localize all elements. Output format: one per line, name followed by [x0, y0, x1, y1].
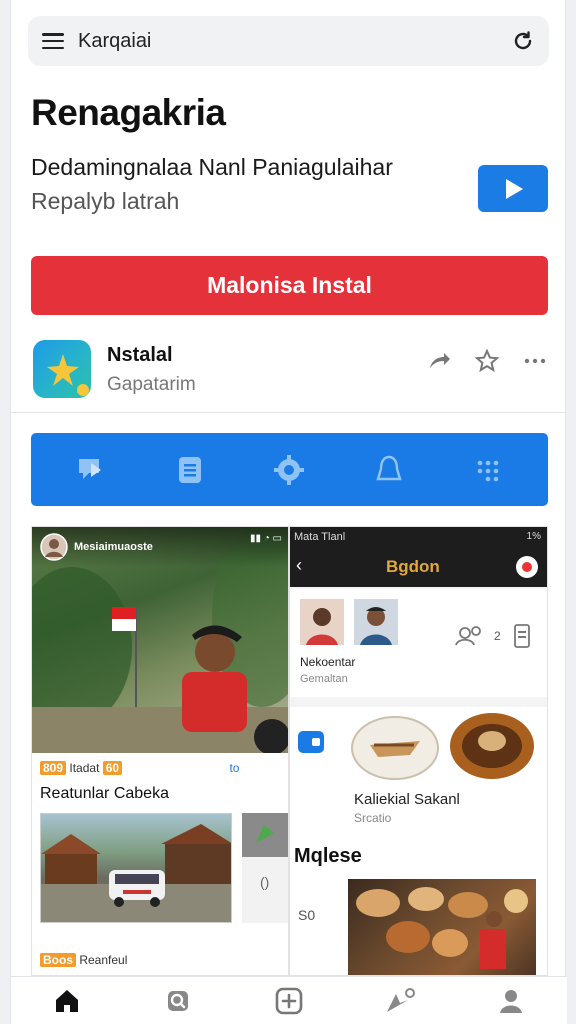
screenshot-left[interactable]: Mesiaimuaoste ▮▮ ◔ ▭ 809 Itadat 60 to Re…: [31, 526, 289, 976]
group-icon: [455, 626, 481, 646]
phone-icon: [514, 624, 530, 648]
category-bar: [31, 433, 548, 506]
village-street-image: [40, 813, 232, 923]
bottom-navigation: [11, 976, 567, 1024]
screenshot-meta: 809 Itadat 60 to: [40, 761, 239, 775]
search-icon[interactable]: [161, 984, 195, 1018]
menu-icon[interactable]: [42, 33, 64, 49]
star-logo-icon: [47, 354, 89, 396]
meta-tag: 809: [40, 761, 67, 775]
grid-dots-icon[interactable]: [470, 452, 506, 488]
status-left: Mata Tlanl: [294, 531, 346, 543]
profile-card: 2 Nekoentar Gemaltan: [290, 589, 547, 697]
divider: [11, 412, 567, 413]
back-icon: ‹: [296, 555, 302, 575]
meta-text: Itadat: [69, 761, 100, 775]
app-store-page: Karqaiai Renagakria Dedamingnalaa Nanl P…: [10, 0, 567, 1024]
gear-icon[interactable]: [271, 452, 307, 488]
profile-sub: Gemaltan: [300, 673, 348, 685]
status-icons: ▮▮ ◔ ▭: [249, 533, 282, 544]
play-icon: [506, 178, 523, 199]
bowl-image: [450, 713, 534, 779]
add-icon[interactable]: [272, 984, 306, 1018]
logo-badge-icon: [516, 556, 538, 578]
meta-count: 60: [102, 761, 123, 775]
plate-image: [351, 716, 439, 780]
screenshot-right[interactable]: Mata Tlanl 1% ‹ Bgdon 2 Nekoentar Gemalt…: [289, 526, 548, 976]
send-icon[interactable]: [383, 984, 417, 1018]
wallet-icon: [298, 731, 324, 753]
search-label[interactable]: Karqaiai: [78, 30, 511, 53]
profile-icon[interactable]: [494, 984, 528, 1018]
chat-icon[interactable]: [73, 452, 109, 488]
side-label: S0: [298, 907, 316, 923]
screenshot-left-title: Mesiaimuaoste: [74, 541, 153, 553]
app-actions: [426, 348, 548, 374]
screenshot-right-header: Mata Tlanl 1% ‹ Bgdon: [290, 527, 547, 587]
app-info-row: Nstalal Gapatarim: [31, 340, 548, 402]
counter: 2: [494, 629, 501, 643]
page-subtitle: Dedamingnalaa Nanl Paniagulaihar: [31, 154, 393, 180]
play-video-button[interactable]: [478, 165, 548, 212]
dish-sub: Srcatio: [354, 811, 392, 825]
section-heading: Mqlese: [294, 845, 362, 867]
screenshot-right-title: Bgdon: [386, 557, 440, 576]
app-developer: Gapatarim: [107, 374, 196, 395]
screenshot-left-heading: Reatunlar Cabeka: [40, 785, 169, 802]
avatar: [354, 599, 398, 645]
status-right: 1%: [526, 531, 541, 542]
profile-name: Nekoentar: [300, 655, 356, 669]
app-icon: [33, 340, 91, 398]
document-icon[interactable]: [172, 452, 208, 488]
screenshot-photo: Mesiaimuaoste ▮▮ ◔ ▭: [32, 527, 288, 753]
search-bar[interactable]: Karqaiai: [28, 16, 549, 66]
install-button[interactable]: Malonisa Instal: [31, 256, 548, 315]
page-title: Renagakria: [31, 92, 226, 133]
screenshot-footer: Boos Reanfeul: [40, 953, 127, 967]
footer-text: Reanfeul: [79, 953, 128, 967]
avatar: [300, 599, 344, 645]
page-subtitle-secondary: Repalyb latrah: [31, 188, 180, 214]
star-outline-icon[interactable]: [474, 348, 500, 374]
share-icon[interactable]: [426, 348, 452, 374]
footer-tag: Boos: [40, 953, 76, 967]
refresh-icon[interactable]: [511, 29, 535, 53]
app-name: Nstalal: [107, 344, 173, 366]
dish-card: Kaliekial Sakanl Srcatio Mqlese S0: [290, 707, 547, 975]
dish-title: Kaliekial Sakanl: [354, 791, 460, 808]
more-options-icon[interactable]: [522, 348, 548, 374]
bell-icon[interactable]: [371, 452, 407, 488]
meta-right: to: [229, 761, 240, 775]
svg-text:(): (): [260, 874, 269, 890]
avatar: [40, 533, 68, 561]
home-icon[interactable]: [50, 984, 84, 1018]
side-card: (): [242, 813, 288, 923]
feast-image: [348, 879, 536, 975]
